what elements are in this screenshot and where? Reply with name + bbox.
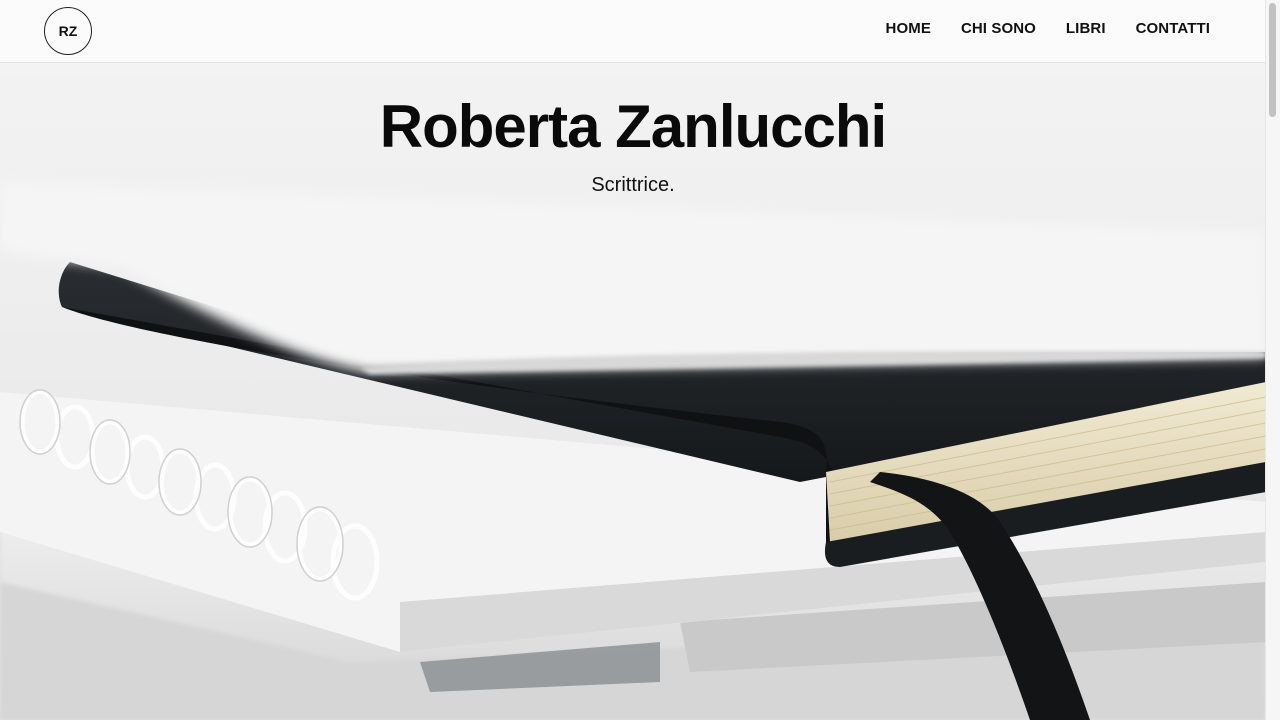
hero-subtitle: Scrittrice. <box>591 174 675 196</box>
scrollbar-thumb[interactable] <box>1269 3 1276 117</box>
logo-text: RZ <box>58 23 78 39</box>
page-scrollbar[interactable] <box>1265 0 1280 720</box>
nav-home[interactable]: HOME <box>886 20 931 37</box>
hero-title: Roberta Zanlucchi <box>379 93 887 160</box>
hero-section: Roberta Zanlucchi Scrittrice. <box>0 62 1266 720</box>
nav-libri[interactable]: LIBRI <box>1066 20 1106 37</box>
nav-contatti[interactable]: CONTATTI <box>1136 20 1210 37</box>
nav-chi-sono[interactable]: CHI SONO <box>961 20 1036 37</box>
main-nav: HOME CHI SONO LIBRI CONTATTI <box>886 20 1210 37</box>
site-header: RZ HOME CHI SONO LIBRI CONTATTI <box>0 0 1266 63</box>
page: RZ HOME CHI SONO LIBRI CONTATTI Roberta … <box>0 0 1280 720</box>
logo[interactable]: RZ <box>44 7 92 55</box>
